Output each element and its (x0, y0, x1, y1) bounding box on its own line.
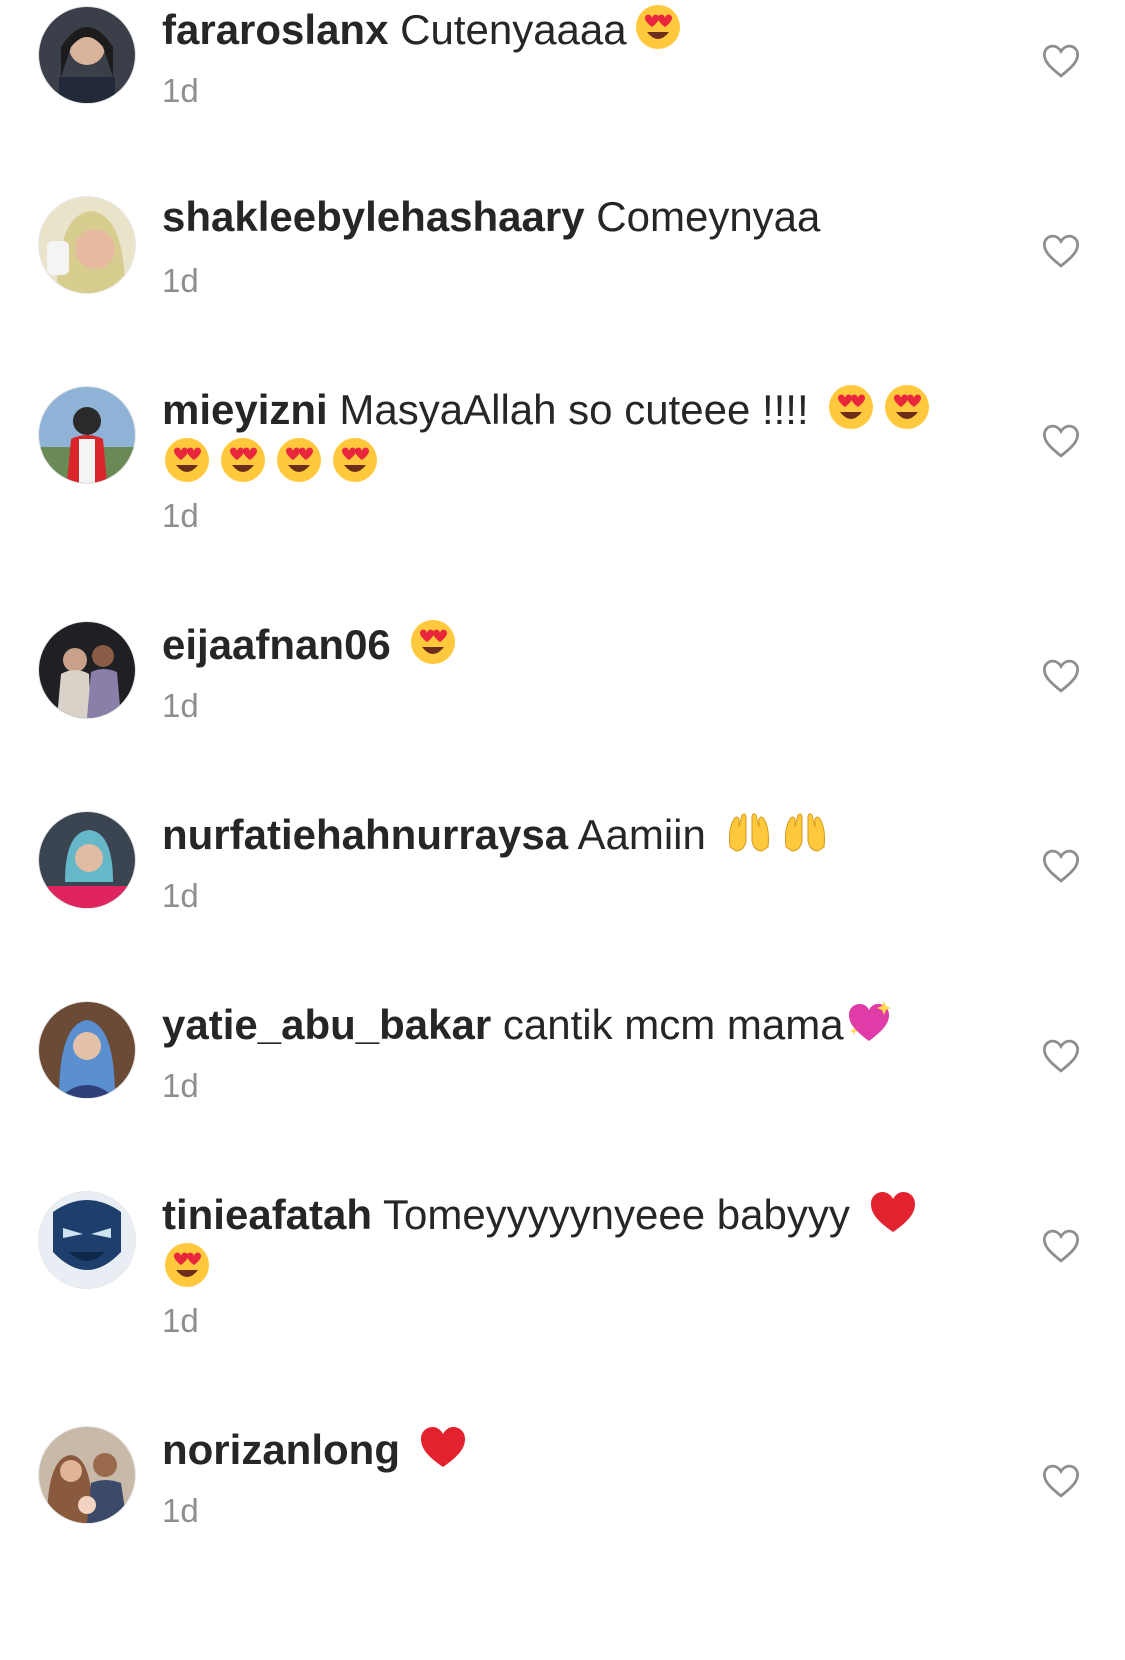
avatar[interactable] (38, 1001, 136, 1099)
comment-text: shakleebylehashaary Comeynyaa (162, 192, 992, 242)
avatar[interactable] (38, 6, 136, 104)
comment-username[interactable]: nurfatiehahnurraysa (162, 811, 568, 858)
like-heart-icon[interactable] (1040, 655, 1082, 697)
comment-time: 1d (162, 877, 199, 914)
comment-username[interactable]: yatie_abu_bakar (162, 1001, 491, 1048)
raised-hands-emoji-icon (724, 807, 774, 857)
comment-time: 1d (162, 1492, 199, 1529)
comment-time: 1d (162, 687, 199, 724)
raised-hands-emoji-icon (780, 807, 830, 857)
avatar[interactable] (38, 811, 136, 909)
comment-username[interactable]: shakleebylehashaary (162, 193, 585, 240)
like-heart-icon[interactable] (1040, 40, 1082, 82)
comment-text: eijaafnan06 (162, 617, 992, 670)
like-heart-icon[interactable] (1040, 420, 1082, 462)
heart-eyes-emoji-icon (330, 435, 380, 485)
comment-time: 1d (162, 497, 199, 534)
avatar[interactable] (38, 1426, 136, 1524)
red-heart-emoji-icon (868, 1187, 918, 1237)
comment-body: Tomeyyyyynyeee babyyy (382, 1191, 850, 1238)
avatar[interactable] (38, 196, 136, 294)
comment-body: Comeynyaa (596, 193, 821, 240)
comment-time: 1d (162, 262, 199, 299)
like-heart-icon[interactable] (1040, 1035, 1082, 1077)
heart-eyes-emoji-icon (162, 1240, 212, 1290)
avatar[interactable] (38, 386, 136, 484)
heart-eyes-emoji-icon (826, 382, 876, 432)
comment-body: Aamiin (577, 811, 706, 858)
like-heart-icon[interactable] (1040, 845, 1082, 887)
comment-body: cantik mcm mama (502, 1001, 844, 1048)
comment-body: Cutenyaaaa (400, 6, 627, 53)
sparkling-heart-emoji-icon (844, 997, 894, 1047)
comment-text: mieyizni MasyaAllah so cuteee !!!! (162, 382, 992, 488)
comment-body: MasyaAllah so cuteee !!!! (339, 386, 809, 433)
heart-eyes-emoji-icon (882, 382, 932, 432)
comment-username[interactable]: mieyizni (162, 386, 328, 433)
comment-text: yatie_abu_bakar cantik mcm mama (162, 997, 992, 1050)
comment-time: 1d (162, 1302, 199, 1339)
heart-eyes-emoji-icon (408, 617, 458, 667)
like-heart-icon[interactable] (1040, 1225, 1082, 1267)
comment-username[interactable]: fararoslanx (162, 6, 388, 53)
heart-eyes-emoji-icon (274, 435, 324, 485)
comment-text: nurfatiehahnurraysa Aamiin (162, 807, 992, 860)
heart-eyes-emoji-icon (633, 2, 683, 52)
red-heart-emoji-icon (418, 1422, 468, 1472)
comment-username[interactable]: eijaafnan06 (162, 621, 391, 668)
avatar[interactable] (38, 1191, 136, 1289)
like-heart-icon[interactable] (1040, 1460, 1082, 1502)
like-heart-icon[interactable] (1040, 230, 1082, 272)
comment-text: norizanlong (162, 1422, 992, 1475)
comment-username[interactable]: norizanlong (162, 1426, 400, 1473)
avatar[interactable] (38, 621, 136, 719)
comment-username[interactable]: tinieafatah (162, 1191, 372, 1238)
heart-eyes-emoji-icon (218, 435, 268, 485)
heart-eyes-emoji-icon (162, 435, 212, 485)
comment-text: tinieafatah Tomeyyyyynyeee babyyy (162, 1187, 992, 1293)
comment-text: fararoslanx Cutenyaaaa (162, 2, 992, 55)
comment-time: 1d (162, 1067, 199, 1104)
comment-time: 1d (162, 72, 199, 109)
